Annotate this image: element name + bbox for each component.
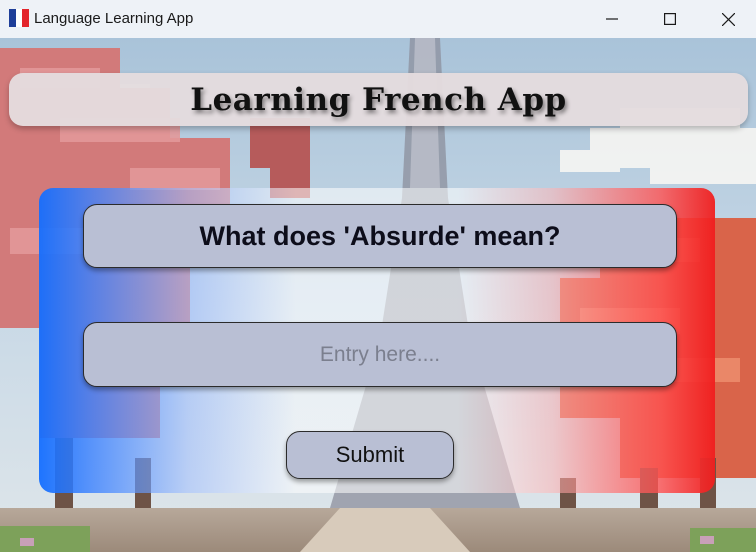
- close-icon: [721, 12, 735, 26]
- app-title: Learning French App: [190, 81, 567, 118]
- app-window: Language Learning App Learning French Ap…: [0, 0, 756, 552]
- title-bar: Language Learning App: [0, 0, 756, 38]
- app-header: Learning French App: [9, 73, 748, 126]
- question-box: What does 'Absurde' mean?: [83, 204, 677, 268]
- answer-input[interactable]: [83, 322, 677, 387]
- close-button[interactable]: [699, 0, 756, 38]
- maximize-icon: [664, 13, 676, 25]
- window-title: Language Learning App: [34, 10, 194, 27]
- submit-button[interactable]: Submit: [286, 431, 454, 479]
- question-text: What does 'Absurde' mean?: [199, 220, 561, 251]
- minimize-button[interactable]: [583, 0, 641, 38]
- minimize-icon: [606, 18, 618, 20]
- french-flag-icon: [9, 9, 30, 27]
- maximize-button[interactable]: [641, 0, 699, 38]
